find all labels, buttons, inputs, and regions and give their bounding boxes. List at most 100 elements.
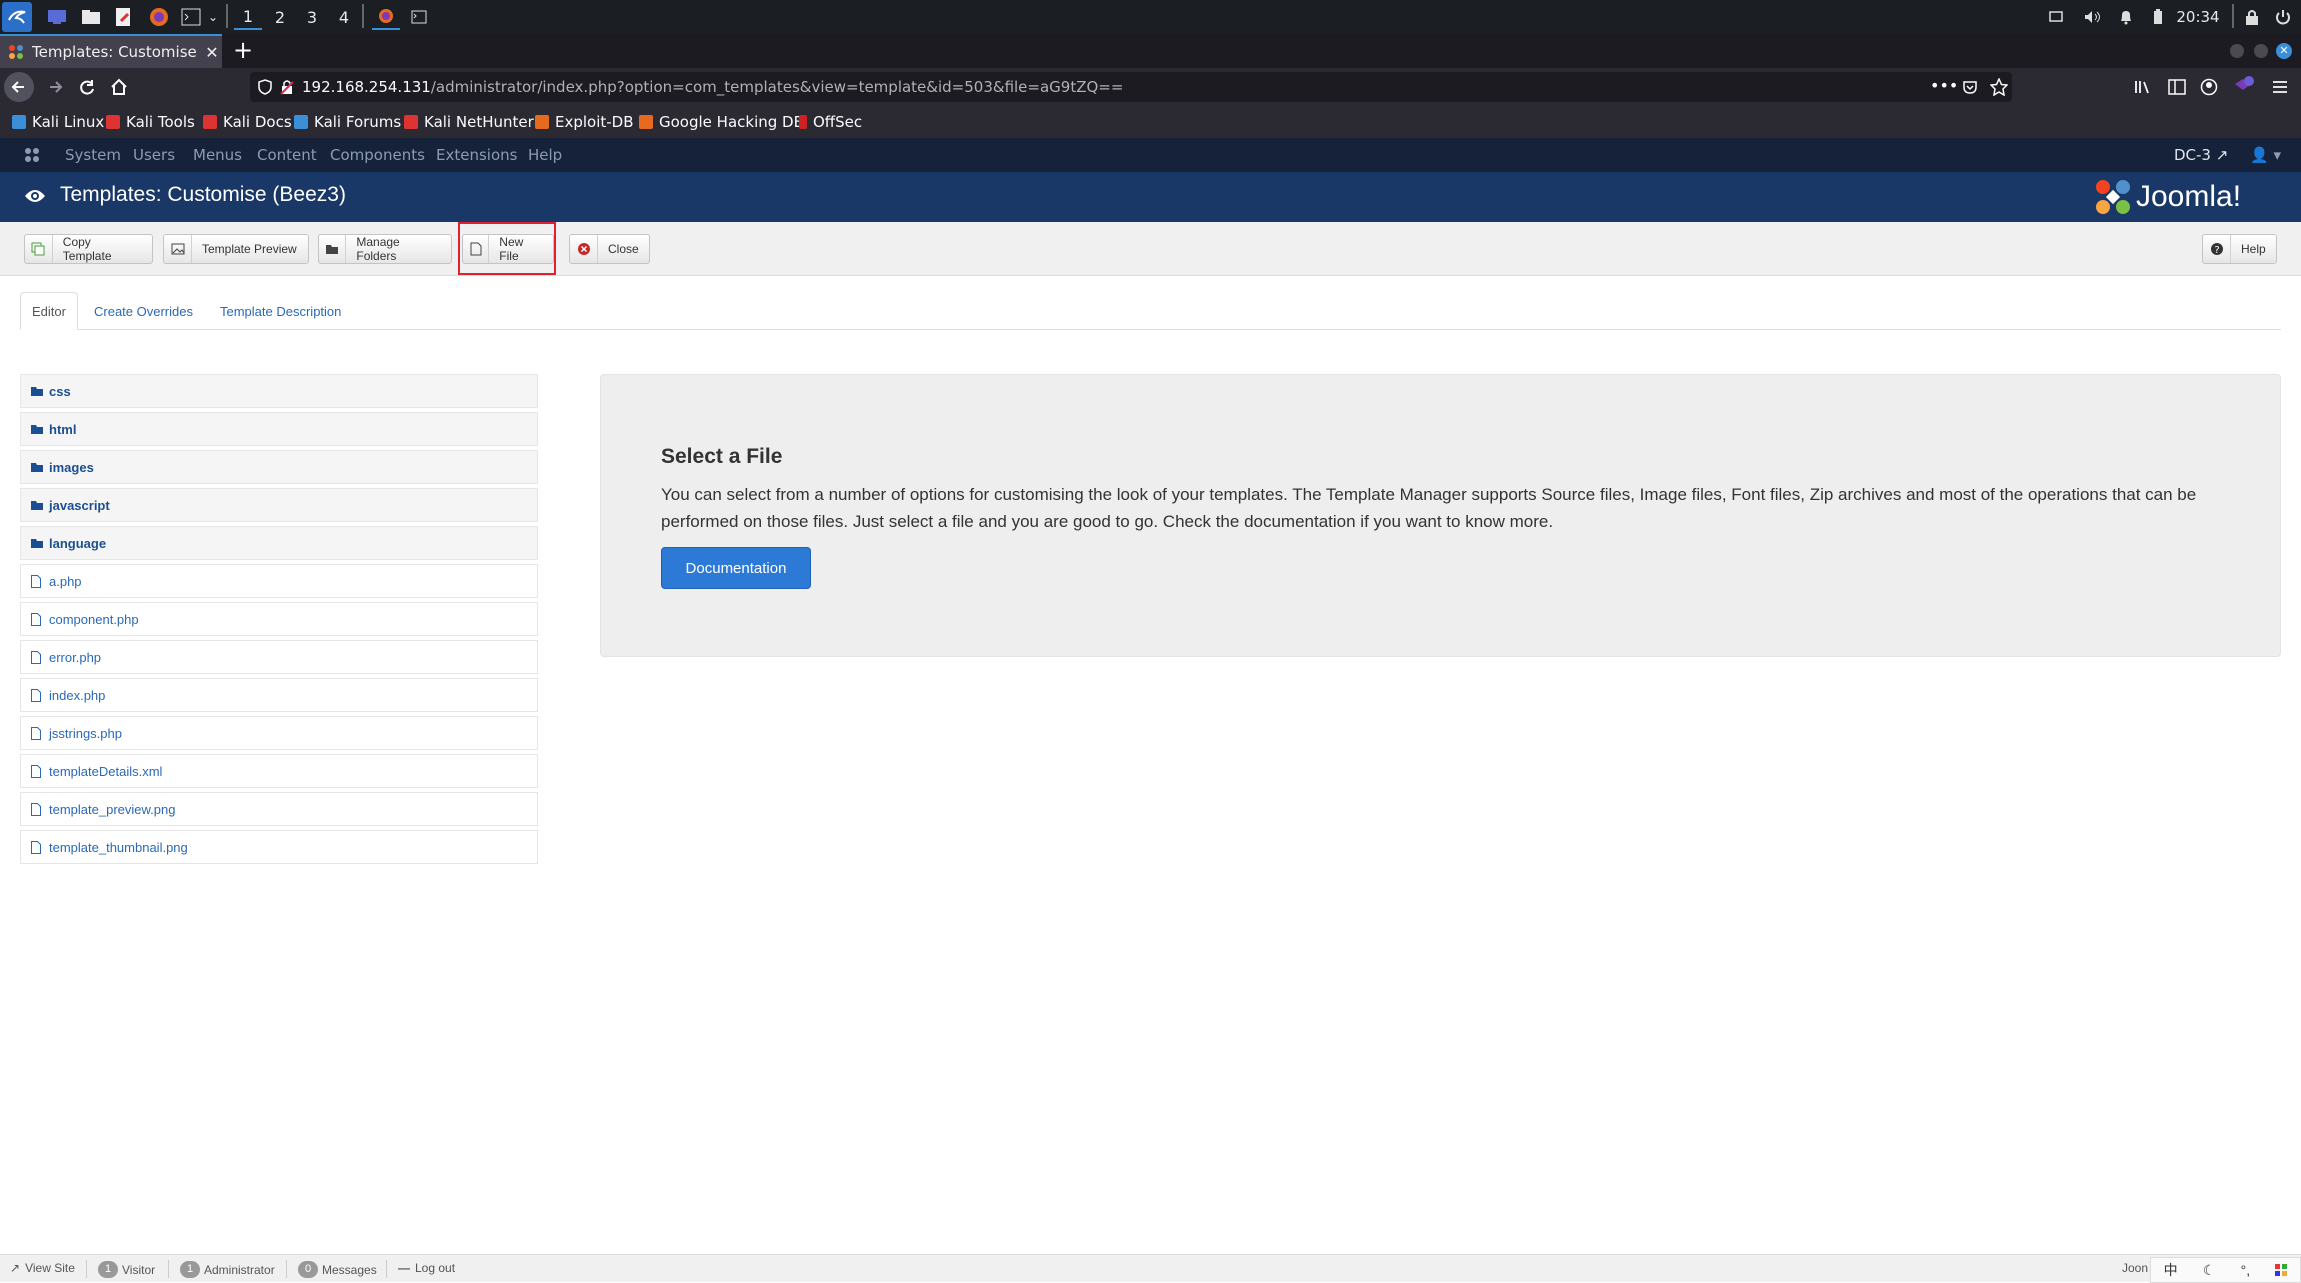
back-button[interactable] (4, 72, 34, 102)
bookmark-kali-forums[interactable]: Kali Forums (294, 112, 401, 132)
maximize-window-icon[interactable] (2254, 44, 2268, 58)
ime-chinese-icon[interactable]: 中 (2164, 1260, 2178, 1280)
url-bar[interactable]: 192.168.254.131/administrator/index.php?… (250, 72, 2012, 102)
workspace-4[interactable]: 4 (330, 4, 358, 30)
home-button[interactable] (104, 72, 134, 102)
close-window-icon[interactable]: ✕ (2276, 43, 2292, 59)
kali-menu-icon[interactable] (2, 2, 32, 32)
footer-copyright: Joon (2122, 1261, 2149, 1275)
browser-tab-active[interactable]: Templates: Customise (B ✕ (0, 34, 222, 68)
file-item[interactable]: template_thumbnail.png (20, 830, 538, 864)
menu-content[interactable]: Content (257, 146, 317, 164)
highlight-box (458, 222, 556, 275)
user-menu-icon[interactable]: 👤 ▾ (2250, 146, 2281, 164)
file-item[interactable]: templateDetails.xml (20, 754, 538, 788)
documentation-button[interactable]: Documentation (661, 547, 811, 589)
close-tab-icon[interactable]: ✕ (202, 43, 222, 62)
file-manager-icon[interactable] (78, 4, 104, 30)
tab-create-overrides[interactable]: Create Overrides (94, 292, 193, 330)
chevron-down-icon[interactable]: ⌄ (206, 4, 220, 30)
file-item[interactable]: index.php (20, 678, 538, 712)
reload-button[interactable] (72, 72, 102, 102)
workspace-3[interactable]: 3 (298, 4, 326, 30)
workspace-2[interactable]: 2 (266, 4, 294, 30)
bookmark-kali-docs[interactable]: Kali Docs (203, 112, 292, 132)
lock-icon[interactable] (2242, 4, 2262, 30)
menu-extensions[interactable]: Extensions (436, 146, 517, 164)
moon-icon[interactable]: ☾ (2203, 1262, 2216, 1279)
terminal-icon[interactable] (178, 4, 204, 30)
close-button[interactable]: Close (569, 234, 650, 264)
folder-item[interactable]: language (20, 526, 538, 560)
workspace-1[interactable]: 1 (234, 4, 262, 30)
bookmark-kali-tools[interactable]: Kali Tools (106, 112, 195, 132)
toolbar: Copy Template Template Preview Manage Fo… (0, 222, 2301, 276)
bookmark-star-icon[interactable] (1990, 78, 2008, 96)
administrators-indicator[interactable]: 1 Administrator (180, 1261, 275, 1278)
joomla-favicon-icon (9, 45, 23, 59)
forward-button[interactable] (40, 72, 70, 102)
select-file-description: You can select from a number of options … (661, 485, 2197, 531)
messages-indicator[interactable]: 0 Messages (298, 1261, 377, 1278)
menu-help[interactable]: Help (528, 146, 562, 164)
template-preview-label: Template Preview (202, 242, 297, 256)
display-icon[interactable] (2046, 4, 2066, 30)
bookmark-google-hacking-db[interactable]: Google Hacking DB (639, 112, 804, 132)
help-button[interactable]: ? Help (2202, 234, 2277, 264)
site-link[interactable]: DC-3 ↗ (2174, 146, 2228, 164)
file-icon (31, 574, 45, 588)
sidebar-icon[interactable] (2168, 79, 2186, 95)
menu-users[interactable]: Users (133, 146, 175, 164)
url-host: 192.168.254.131 (302, 78, 431, 96)
bookmark-kali-linux[interactable]: Kali Linux (12, 112, 104, 132)
insecure-lock-icon[interactable] (280, 79, 294, 95)
file-item[interactable]: error.php (20, 640, 538, 674)
visitors-indicator[interactable]: 1 Visitor (98, 1261, 155, 1278)
folder-item[interactable]: html (20, 412, 538, 446)
folder-item[interactable]: css (20, 374, 538, 408)
file-item[interactable]: jsstrings.php (20, 716, 538, 750)
folder-label: css (49, 383, 71, 399)
tab-template-description[interactable]: Template Description (220, 292, 341, 330)
text-editor-icon[interactable] (110, 4, 136, 30)
page-actions-icon[interactable]: ••• (1930, 76, 1958, 95)
extension-icon[interactable] (2232, 76, 2254, 98)
desktop-icon[interactable] (44, 4, 70, 30)
new-tab-button[interactable]: + (230, 38, 256, 64)
minimize-window-icon[interactable] (2230, 44, 2244, 58)
menu-system[interactable]: System (65, 146, 121, 164)
manage-folders-button[interactable]: Manage Folders (318, 234, 452, 264)
notification-bell-icon[interactable] (2116, 4, 2136, 30)
url-path: /administrator/index.php?option=com_temp… (430, 78, 1124, 96)
folder-item[interactable]: javascript (20, 488, 538, 522)
power-icon[interactable] (2272, 4, 2294, 30)
skin-grid-icon[interactable] (2275, 1264, 2288, 1276)
firefox-icon[interactable] (146, 4, 172, 30)
template-preview-button[interactable]: Template Preview (163, 234, 309, 264)
file-item[interactable]: a.php (20, 564, 538, 598)
terminal-window-icon[interactable] (406, 4, 432, 30)
folder-item[interactable]: images (20, 450, 538, 484)
bookmark-kali-nethunter[interactable]: Kali NetHunter (404, 112, 534, 132)
logout-link[interactable]: — Log out (398, 1261, 455, 1275)
firefox-window-icon[interactable] (372, 4, 400, 30)
account-icon[interactable] (2200, 78, 2218, 96)
punctuation-icon[interactable]: °, (2241, 1262, 2251, 1278)
volume-icon[interactable] (2082, 4, 2104, 30)
library-icon[interactable] (2134, 79, 2152, 95)
copy-template-button[interactable]: Copy Template (24, 234, 153, 264)
shield-icon[interactable] (258, 79, 272, 95)
pocket-icon[interactable] (1962, 79, 1978, 95)
menu-menus[interactable]: Menus (193, 146, 242, 164)
menu-components[interactable]: Components (330, 146, 425, 164)
hamburger-menu-icon[interactable] (2272, 80, 2288, 94)
file-item[interactable]: template_preview.png (20, 792, 538, 826)
tab-editor[interactable]: Editor (20, 292, 78, 330)
battery-icon[interactable] (2148, 4, 2168, 30)
bookmark-offsec[interactable]: OffSec (799, 112, 862, 132)
bookmark-exploit-db[interactable]: Exploit-DB (535, 112, 634, 132)
view-site-link[interactable]: ↗ View Site (10, 1261, 75, 1275)
file-item[interactable]: component.php (20, 602, 538, 636)
ime-toolbar[interactable]: 中 ☾ °, (2150, 1257, 2301, 1283)
joomla-menu-logo-icon[interactable] (24, 147, 40, 163)
